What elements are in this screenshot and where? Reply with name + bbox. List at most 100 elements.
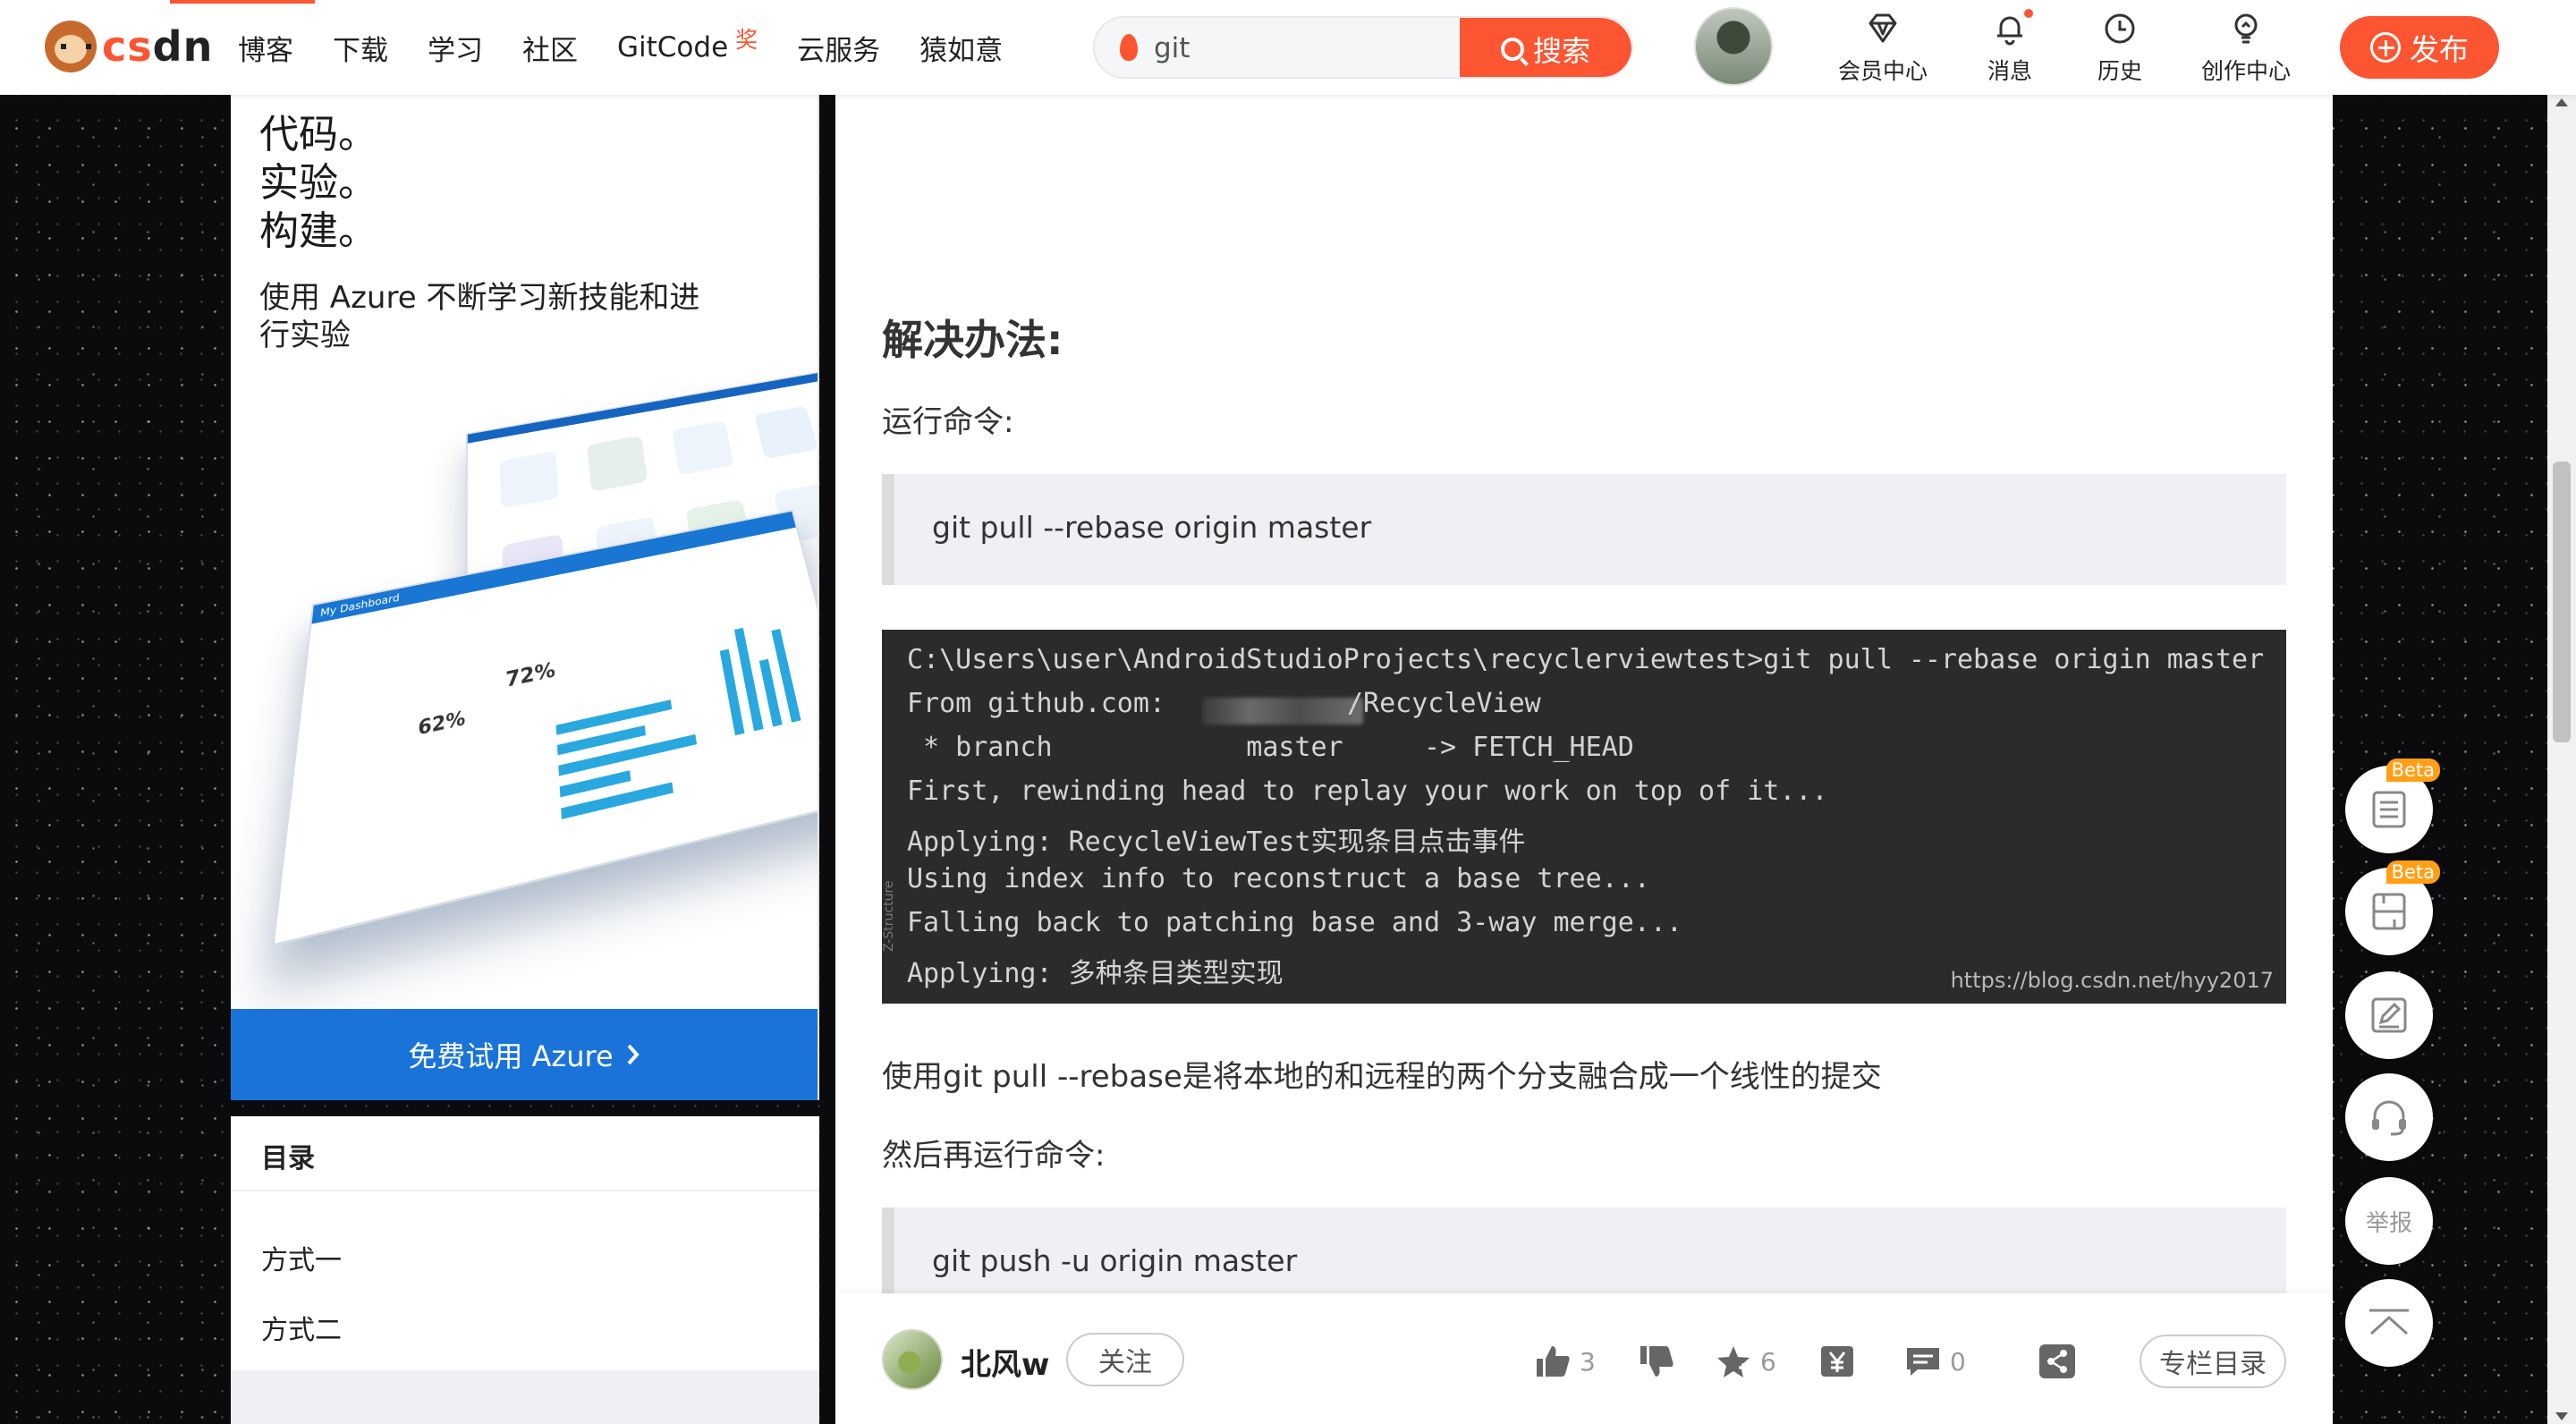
flame-icon <box>1120 34 1138 61</box>
author-avatar[interactable] <box>882 1329 943 1390</box>
comment-count: 0 <box>1950 1346 1966 1377</box>
float-support-button[interactable] <box>2345 1073 2433 1161</box>
nav-gitcode[interactable]: GitCode 奖 <box>617 27 758 64</box>
section-heading: 解决办法: <box>882 316 1063 364</box>
csdn-logo[interactable]: csdn <box>45 20 213 73</box>
nav-gitcode-label: GitCode <box>617 31 729 64</box>
toc-highlight-row <box>231 1370 819 1424</box>
search-box: 搜索 <box>1093 16 1633 79</box>
follow-button[interactable]: 关注 <box>1066 1333 1184 1386</box>
lightbulb-icon <box>2228 11 2264 47</box>
paragraph-rebase-explanation: 使用git pull --rebase是将本地的和远程的两个分支融合成一个线性的… <box>882 1059 1882 1095</box>
edit-icon <box>2371 997 2407 1033</box>
monkey-logo-icon <box>45 21 97 72</box>
paragraph-run-command: 运行命令: <box>882 404 1014 440</box>
search-button[interactable]: 搜索 <box>1460 18 1631 77</box>
dislike-button[interactable] <box>1639 1343 1674 1379</box>
back-to-top-button[interactable] <box>2345 1279 2433 1367</box>
thumbs-up-icon <box>1535 1344 1571 1378</box>
azure-ad-banner[interactable]: 代码。 实验。 构建。 使用 Azure 不断学习新技能和进行实验 My Das… <box>231 95 819 1100</box>
bell-icon <box>1992 9 2033 47</box>
toc-divider <box>231 1190 819 1191</box>
table-of-contents: 目录 方式一 方式二 <box>231 1116 819 1424</box>
terminal-side-label: Z-Structure <box>882 880 896 952</box>
toc-item-2[interactable]: 方式二 <box>261 1308 342 1347</box>
user-avatar[interactable] <box>1694 7 1773 86</box>
share-icon <box>2039 1344 2075 1378</box>
scroll-down-arrow[interactable] <box>2555 1412 2568 1420</box>
azure-trial-button[interactable]: 免费试用 Azure <box>231 1009 818 1100</box>
messages[interactable]: 消息 <box>1952 9 2068 86</box>
nav-blog[interactable]: 博客 <box>238 28 293 68</box>
beta-badge: Beta <box>2385 860 2440 884</box>
toc-title: 目录 <box>261 1143 315 1174</box>
headset-icon <box>2372 1100 2406 1136</box>
clock-icon <box>2102 11 2138 47</box>
azure-trial-label: 免费试用 Azure <box>408 1039 614 1073</box>
nav-cloud[interactable]: 云服务 <box>797 28 880 68</box>
terminal-screenshot: C:\Users\user\AndroidStudioProjects\recy… <box>882 630 2286 1004</box>
like-count: 3 <box>1580 1346 1596 1377</box>
diamond-icon <box>1865 11 1901 47</box>
comment-button[interactable]: 0 <box>1905 1343 1966 1379</box>
arrow-up-icon <box>2369 1309 2409 1335</box>
creator-center[interactable]: 创作中心 <box>2188 11 2304 86</box>
terminal-line: C:\Users\user\AndroidStudioProjects\recy… <box>907 644 2265 675</box>
like-button[interactable]: 3 <box>1535 1343 1596 1379</box>
code-block-pull: git pull --rebase origin master <box>882 474 2286 585</box>
layout-icon <box>2372 893 2406 930</box>
code-push-text: git push -u origin master <box>932 1243 1298 1278</box>
nav-learn[interactable]: 学习 <box>428 28 483 68</box>
nav-yuanruyi[interactable]: 猿如意 <box>919 28 1003 68</box>
page-scrollbar[interactable] <box>2547 95 2576 1424</box>
share-button[interactable] <box>2039 1343 2075 1379</box>
ad-stat-1: 72% <box>504 658 556 693</box>
ad-subtitle: 使用 Azure 不断学习新技能和进行实验 <box>259 280 700 353</box>
nav-community[interactable]: 社区 <box>522 28 578 68</box>
publish-button[interactable]: 发布 <box>2340 16 2499 79</box>
favorite-button[interactable]: 6 <box>1716 1343 1776 1379</box>
plus-icon <box>2370 32 2401 63</box>
scrollbar-thumb[interactable] <box>2553 462 2571 742</box>
ad-line-3: 构建。 <box>259 208 377 254</box>
history-label: 历史 <box>2097 58 2142 84</box>
article-content: 解决办法: 运行命令: git pull --rebase origin mas… <box>835 95 2333 1318</box>
ad-dashboard-illustration: My Dashboard 72% 62% <box>271 351 818 947</box>
unread-dot <box>2024 9 2033 18</box>
redacted-username <box>1202 698 1363 725</box>
float-edit-button[interactable] <box>2345 971 2433 1059</box>
terminal-line: From github.com: <box>907 688 1165 719</box>
terminal-line: Using index info to reconstruct a base t… <box>907 863 1650 894</box>
logo-text: csdn <box>102 22 214 71</box>
terminal-line: First, rewinding head to replay your wor… <box>907 776 1828 807</box>
comment-icon <box>1905 1344 1941 1378</box>
terminal-line: Applying: RecycleViewTest实现条目点击事件 <box>907 826 1526 858</box>
messages-label: 消息 <box>1987 58 2032 84</box>
float-layout-button[interactable]: Beta <box>2345 860 2440 955</box>
column-directory-button[interactable]: 专栏目录 <box>2140 1335 2286 1388</box>
author-name[interactable]: 北风w <box>961 1340 1049 1384</box>
paragraph-then-run: 然后再运行命令: <box>882 1138 1106 1174</box>
report-label: 举报 <box>2365 1209 2412 1237</box>
active-nav-indicator <box>170 0 315 4</box>
nav-download[interactable]: 下载 <box>333 28 388 68</box>
terminal-line: * branch master -> FETCH_HEAD <box>907 732 1634 763</box>
scroll-up-arrow[interactable] <box>2555 98 2568 106</box>
float-report-button[interactable]: 举报 <box>2345 1177 2433 1265</box>
list-icon <box>2372 791 2406 828</box>
float-toc-button[interactable]: Beta <box>2345 759 2440 853</box>
member-center[interactable]: 会员中心 <box>1825 11 1941 86</box>
history[interactable]: 历史 <box>2062 11 2178 86</box>
terminal-line: Falling back to patching base and 3-way … <box>907 907 1682 938</box>
chevron-right-icon <box>627 1044 640 1065</box>
code-pull-text: git pull --rebase origin master <box>932 510 1372 545</box>
creator-center-label: 创作中心 <box>2200 58 2291 84</box>
reward-badge: 奖 <box>735 27 758 53</box>
beta-badge: Beta <box>2385 759 2440 782</box>
article-toolbar: 北风w 关注 3 6 0 专栏目录 <box>835 1293 2333 1424</box>
terminal-line: Applying: 多种条目类型实现 <box>907 958 1284 989</box>
ad-stat-2: 62% <box>417 706 466 741</box>
search-button-label: 搜索 <box>1532 34 1590 68</box>
toc-item-1[interactable]: 方式一 <box>261 1238 342 1277</box>
reward-button[interactable] <box>1819 1343 1855 1379</box>
